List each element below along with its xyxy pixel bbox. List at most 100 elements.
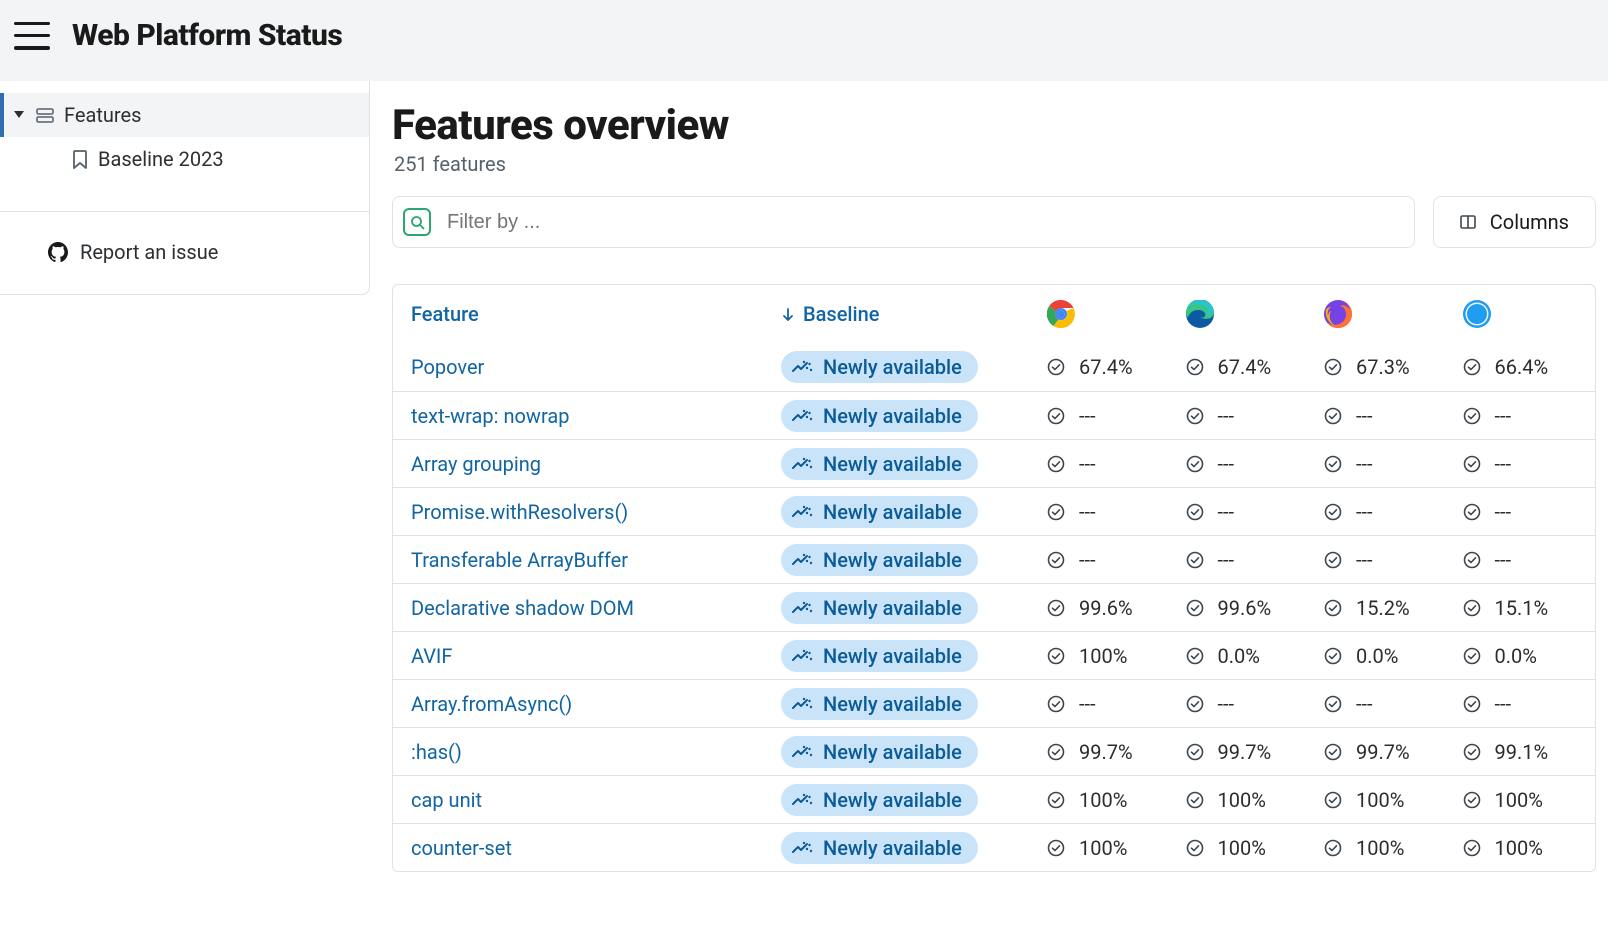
browser-value-cell: ---: [1180, 548, 1319, 572]
browser-value: 0.0%: [1356, 644, 1426, 668]
browser-value: ---: [1079, 404, 1149, 428]
table-row: Declarative shadow DOMNewly available99.…: [393, 583, 1595, 631]
browser-value-cell: ---: [1457, 548, 1596, 572]
feature-link[interactable]: AVIF: [411, 644, 452, 668]
sidebar-item-baseline[interactable]: Baseline 2023: [0, 137, 369, 181]
browser-value-cell: ---: [1318, 452, 1457, 476]
check-circle-icon: [1186, 791, 1204, 809]
browser-value: ---: [1218, 548, 1288, 572]
browser-value: 99.7%: [1356, 740, 1426, 764]
feature-link[interactable]: Transferable ArrayBuffer: [411, 548, 628, 572]
browser-value-cell: ---: [1457, 452, 1596, 476]
table-row: Transferable ArrayBufferNewly available-…: [393, 535, 1595, 583]
sidebar-item-features[interactable]: Features: [0, 93, 369, 137]
features-table: Feature Baseline Popov: [392, 284, 1596, 872]
baseline-chip-label: Newly available: [823, 500, 962, 524]
feature-link[interactable]: Promise.withResolvers(): [411, 500, 628, 524]
browser-value: ---: [1356, 452, 1426, 476]
browser-value: ---: [1495, 548, 1565, 572]
browser-value-cell: 0.0%: [1180, 644, 1319, 668]
sidebar-item-label: Baseline 2023: [98, 147, 224, 171]
check-circle-icon: [1463, 551, 1481, 569]
table-row: counter-setNewly available100%100%100%10…: [393, 823, 1595, 871]
feature-link[interactable]: text-wrap: nowrap: [411, 404, 569, 428]
browser-value-cell: ---: [1457, 692, 1596, 716]
browser-value: ---: [1079, 692, 1149, 716]
newly-available-icon: [791, 409, 813, 423]
browser-value: ---: [1218, 692, 1288, 716]
baseline-chip: Newly available: [781, 400, 978, 432]
chrome-icon: [1047, 300, 1075, 328]
baseline-chip: Newly available: [781, 592, 978, 624]
firefox-icon: [1324, 300, 1352, 328]
check-circle-icon: [1047, 647, 1065, 665]
check-circle-icon: [1324, 599, 1342, 617]
baseline-chip-label: Newly available: [823, 740, 962, 764]
check-circle-icon: [1047, 503, 1065, 521]
browser-value: 100%: [1218, 836, 1288, 860]
table-row: AVIFNewly available100%0.0%0.0%0.0%: [393, 631, 1595, 679]
browser-value: ---: [1079, 548, 1149, 572]
column-header-baseline[interactable]: Baseline: [781, 302, 1041, 326]
feature-link[interactable]: Popover: [411, 355, 484, 379]
browser-value: 99.7%: [1079, 740, 1149, 764]
browser-value-cell: 100%: [1457, 836, 1596, 860]
feature-link[interactable]: Declarative shadow DOM: [411, 596, 634, 620]
column-header-safari[interactable]: [1457, 300, 1596, 328]
caret-down-icon: [14, 111, 26, 119]
browser-value: ---: [1079, 452, 1149, 476]
feature-link[interactable]: Array.fromAsync(): [411, 692, 572, 716]
column-header-feature[interactable]: Feature: [411, 302, 781, 326]
browser-value: 99.1%: [1495, 740, 1565, 764]
table-row: Promise.withResolvers() Newly available --…: [393, 487, 1595, 535]
columns-button-label: Columns: [1490, 210, 1569, 234]
columns-button[interactable]: Columns: [1433, 196, 1596, 248]
column-header-firefox[interactable]: [1318, 300, 1457, 328]
check-circle-icon: [1463, 791, 1481, 809]
safari-icon: [1463, 300, 1491, 328]
browser-value-cell: 100%: [1180, 788, 1319, 812]
browser-value-cell: 100%: [1041, 836, 1180, 860]
check-circle-icon: [1463, 455, 1481, 473]
edge-icon: [1186, 300, 1214, 328]
browser-value-cell: ---: [1318, 404, 1457, 428]
browser-value: 100%: [1218, 788, 1288, 812]
check-circle-icon: [1463, 743, 1481, 761]
browser-value: 100%: [1079, 788, 1149, 812]
feature-link[interactable]: Array grouping: [411, 452, 541, 476]
check-circle-icon: [1324, 358, 1342, 376]
check-circle-icon: [1186, 647, 1204, 665]
browser-value-cell: 100%: [1318, 836, 1457, 860]
search-icon: [403, 208, 431, 236]
column-header-chrome[interactable]: [1041, 300, 1180, 328]
newly-available-icon: [791, 841, 813, 855]
browser-value-cell: 100%: [1318, 788, 1457, 812]
baseline-chip-label: Newly available: [823, 596, 962, 620]
hamburger-menu-button[interactable]: [14, 22, 50, 50]
browser-value: ---: [1356, 692, 1426, 716]
browser-value-cell: 99.7%: [1318, 740, 1457, 764]
feature-link[interactable]: cap unit: [411, 788, 482, 812]
check-circle-icon: [1463, 407, 1481, 425]
check-circle-icon: [1047, 455, 1065, 473]
browser-value: 67.3%: [1356, 355, 1426, 379]
feature-link[interactable]: :has(): [411, 740, 462, 764]
feature-link[interactable]: counter-set: [411, 836, 512, 860]
column-header-edge[interactable]: [1180, 300, 1319, 328]
sidebar-item-report-issue[interactable]: Report an issue: [0, 212, 369, 294]
newly-available-icon: [791, 649, 813, 663]
browser-value-cell: ---: [1180, 452, 1319, 476]
baseline-chip: Newly available: [781, 784, 978, 816]
newly-available-icon: [791, 360, 813, 374]
browser-value-cell: ---: [1041, 500, 1180, 524]
check-circle-icon: [1047, 695, 1065, 713]
filter-input[interactable]: [445, 210, 1404, 235]
check-circle-icon: [1186, 695, 1204, 713]
browser-value: 15.2%: [1356, 596, 1426, 620]
check-circle-icon: [1463, 599, 1481, 617]
baseline-chip-label: Newly available: [823, 692, 962, 716]
filter-field[interactable]: [392, 196, 1415, 248]
table-row: PopoverNewly available67.4%67.4%67.3%66.…: [393, 343, 1595, 391]
browser-value-cell: ---: [1318, 500, 1457, 524]
baseline-chip: Newly available: [781, 640, 978, 672]
